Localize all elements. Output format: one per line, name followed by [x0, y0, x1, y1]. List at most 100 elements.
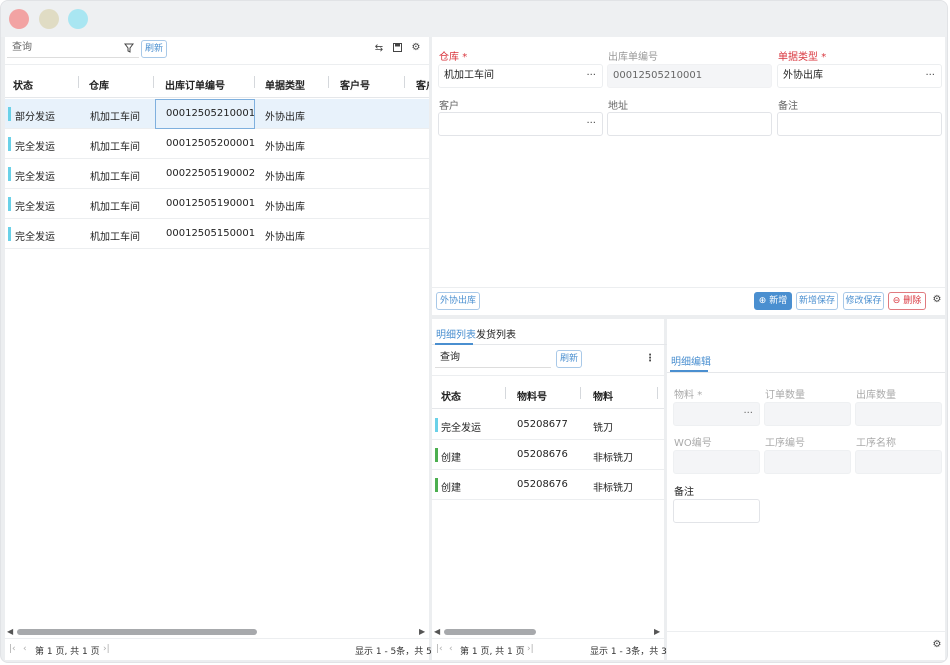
column-header-order-no[interactable]: 出库订单编号 — [165, 77, 225, 92]
detail-refresh-button[interactable]: 刷新 — [556, 350, 582, 368]
more-options-icon[interactable]: ⋮ — [644, 353, 656, 365]
table-row[interactable]: 完全发运 机加工车间 00012505190001 外协出库 — [5, 189, 429, 219]
process-name-field — [855, 450, 942, 474]
row-order-no: 00012505190001 — [166, 198, 256, 209]
customer-field[interactable]: ··· — [438, 112, 603, 136]
detail-column-status[interactable]: 状态 — [441, 388, 461, 403]
status-indicator — [435, 478, 438, 492]
delete-icon: ⊖ — [892, 296, 901, 306]
record-summary: 显示 1 - 5条，共 5 条 — [355, 647, 444, 657]
maximize-window-dot[interactable] — [68, 9, 88, 29]
status-indicator — [8, 167, 11, 181]
outsource-out-button[interactable]: 外协出库 — [436, 292, 480, 310]
tab-shipping-list[interactable]: 发货列表 — [476, 326, 516, 341]
warehouse-field[interactable]: 机加工车间 ··· — [438, 64, 603, 88]
minimize-window-dot[interactable] — [39, 9, 59, 29]
close-window-dot[interactable] — [9, 9, 29, 29]
save-icon[interactable] — [391, 43, 403, 56]
address-label: 地址 — [608, 101, 628, 112]
table-row[interactable]: 完全发运 机加工车间 00012505150001 外协出库 — [5, 219, 429, 249]
add-button[interactable]: ⊕ 新增 — [754, 292, 792, 310]
warehouse-label: 仓库 * — [439, 52, 468, 63]
detail-horizontal-scrollbar[interactable]: ◀ ▶ — [432, 626, 664, 638]
detail-prev-page-icon[interactable]: ‹ — [449, 644, 453, 654]
adjust-columns-icon[interactable]: ⇆ — [373, 43, 385, 55]
column-header-customer[interactable]: 客户 — [416, 77, 429, 92]
detail-search-input[interactable]: 查询 — [435, 350, 551, 368]
detail-column-material-no[interactable]: 物料号 — [517, 388, 547, 403]
next-page-icon[interactable]: › — [91, 644, 95, 654]
doc-type-field[interactable]: 外协出库 ··· — [777, 64, 942, 88]
detail-last-page-icon[interactable]: ›| — [527, 644, 534, 654]
selected-cell — [155, 99, 255, 129]
order-no-label: 出库单编号 — [608, 52, 658, 63]
detail-row-status: 完全发运 — [441, 423, 481, 434]
column-header-warehouse[interactable]: 仓库 — [89, 77, 109, 92]
detail-next-page-icon[interactable]: › — [516, 644, 520, 654]
detail-list-pane: 明细列表 发货列表 查询 刷新 ⋮ 状态 物料号 物料 完全发运 05208677… — [432, 319, 945, 660]
detail-row-material-no: 05208677 — [517, 419, 568, 430]
tab-detail-list[interactable]: 明细列表 — [436, 326, 476, 341]
pager: |‹ ‹ 第 1 页, 共 1 页 › ›| 显示 1 - 5条，共 5 条 — [5, 638, 444, 660]
table-header: 状态 仓库 出库订单编号 单据类型 客户号 客户 — [5, 64, 429, 98]
material-field: ··· — [673, 402, 760, 426]
status-indicator — [8, 227, 11, 241]
detail-row-material-no: 05208676 — [517, 479, 568, 490]
address-field[interactable] — [607, 112, 772, 136]
last-page-icon[interactable]: ›| — [103, 644, 110, 654]
delete-button[interactable]: ⊖ 删除 — [888, 292, 926, 310]
detail-table-row[interactable]: 完全发运 05208677 铣刀 — [432, 410, 664, 440]
row-warehouse: 机加工车间 — [90, 142, 140, 153]
column-header-customer-no[interactable]: 客户号 — [340, 77, 370, 92]
doc-type-lookup-icon[interactable]: ··· — [925, 65, 935, 87]
row-warehouse: 机加工车间 — [90, 112, 140, 123]
row-doc-type: 外协出库 — [265, 202, 305, 213]
search-input[interactable]: 查询 — [7, 40, 139, 58]
remark-label: 备注 — [778, 101, 798, 112]
table-row[interactable]: 部分发运 机加工车间 00012505210001 外协出库 — [5, 99, 429, 129]
order-list-pane: 查询 刷新 ⇆ ⚙ 状态 仓库 出库订单编号 单据类型 客户号 客户 部分发运机… — [5, 37, 444, 660]
prev-page-icon[interactable]: ‹ — [23, 644, 27, 654]
tab-detail-edit[interactable]: 明细编辑 — [671, 353, 711, 368]
filter-icon[interactable] — [123, 43, 135, 57]
remark-field[interactable] — [777, 112, 942, 136]
wo-no-label: WO编号 — [674, 438, 712, 449]
detail-first-page-icon[interactable]: |‹ — [436, 644, 443, 654]
refresh-button[interactable]: 刷新 — [141, 40, 167, 58]
row-warehouse: 机加工车间 — [90, 172, 140, 183]
table-row[interactable]: 完全发运 机加工车间 00012505200001 外协出库 — [5, 129, 429, 159]
horizontal-scrollbar[interactable]: ◀ ▶ — [5, 626, 429, 638]
detail-table-row[interactable]: 创建 05208676 非标铣刀 — [432, 440, 664, 470]
detail-row-material-no: 05208676 — [517, 449, 568, 460]
process-no-field — [764, 450, 851, 474]
table-row[interactable]: 完全发运 机加工车间 00022505190002 外协出库 — [5, 159, 429, 189]
customer-label: 客户 — [439, 101, 459, 112]
row-status: 完全发运 — [15, 172, 55, 183]
add-save-button[interactable]: 新增保存 — [796, 292, 838, 310]
page-indicator: 第 1 页, 共 1 页 — [35, 647, 100, 657]
process-name-label: 工序名称 — [856, 438, 896, 449]
order-qty-field — [764, 402, 851, 426]
detail-page-indicator: 第 1 页, 共 1 页 — [460, 647, 525, 657]
form-settings-icon[interactable]: ⚙ — [931, 294, 943, 306]
row-status: 完全发运 — [15, 232, 55, 243]
detail-pager: |‹ ‹ 第 1 页, 共 1 页 › ›| 显示 1 - 3条，共 3 条 — [432, 638, 679, 660]
detail-row-material: 非标铣刀 — [593, 483, 633, 494]
detail-table-row[interactable]: 创建 05208676 非标铣刀 — [432, 470, 664, 500]
customer-lookup-icon[interactable]: ··· — [586, 113, 596, 135]
status-indicator — [435, 418, 438, 432]
detail-column-material[interactable]: 物料 — [593, 388, 613, 403]
first-page-icon[interactable]: |‹ — [9, 644, 16, 654]
settings-icon[interactable]: ⚙ — [410, 42, 422, 54]
status-indicator — [8, 197, 11, 211]
detail-table-header: 状态 物料号 物料 — [432, 375, 664, 409]
add-icon: ⊕ — [758, 296, 767, 306]
edit-remark-field[interactable] — [673, 499, 760, 523]
warehouse-lookup-icon[interactable]: ··· — [586, 65, 596, 87]
column-header-status[interactable]: 状态 — [13, 77, 33, 92]
row-warehouse: 机加工车间 — [90, 232, 140, 243]
edit-settings-icon[interactable]: ⚙ — [931, 639, 943, 651]
column-header-doc-type[interactable]: 单据类型 — [265, 77, 305, 92]
detail-row-material: 非标铣刀 — [593, 453, 633, 464]
edit-save-button[interactable]: 修改保存 — [843, 292, 884, 310]
